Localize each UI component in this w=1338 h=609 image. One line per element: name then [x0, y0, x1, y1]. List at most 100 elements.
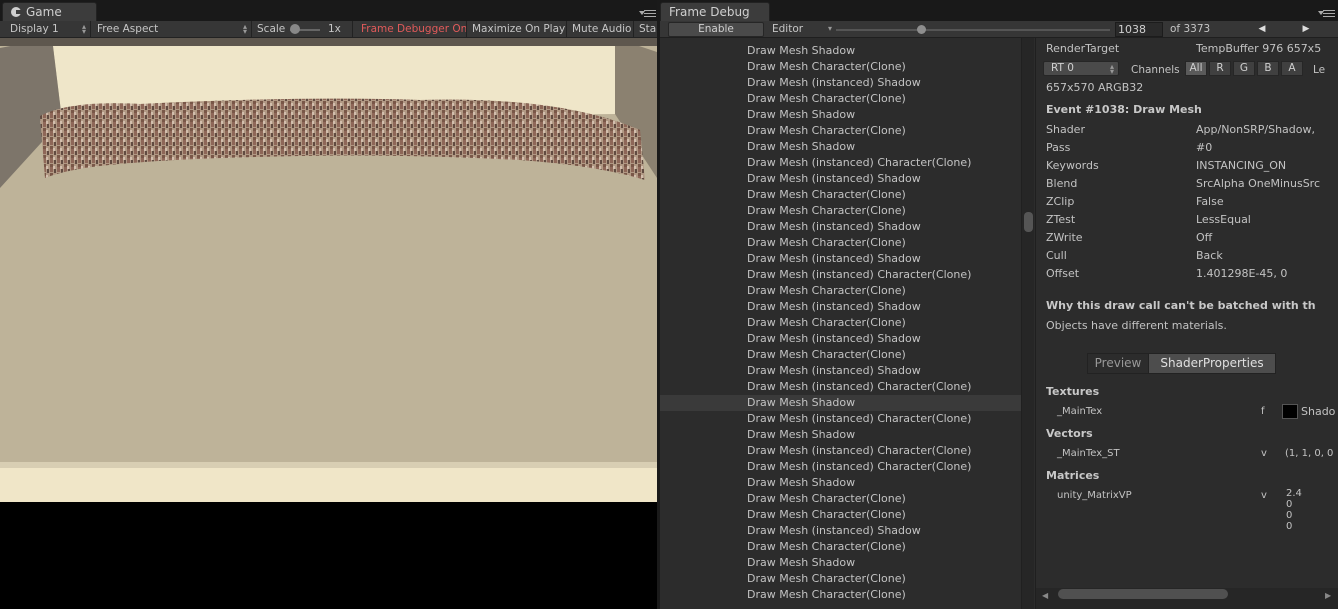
- maximize-on-play-toggle[interactable]: Maximize On Play: [472, 22, 565, 37]
- scale-label: Scale: [257, 23, 286, 35]
- toolbar-divider: [251, 21, 252, 37]
- details-hscroll-thumb[interactable]: [1058, 589, 1228, 599]
- event-row[interactable]: Draw Mesh (instanced) Shadow: [660, 75, 1021, 91]
- toolbar-divider: [566, 21, 567, 37]
- matrix-values: 2.4 0 0 0: [1286, 488, 1302, 532]
- event-row[interactable]: Draw Mesh (instanced) Shadow: [660, 363, 1021, 379]
- dropdown-arrow-icon: ▴ ▾: [1109, 62, 1114, 76]
- mute-audio-toggle[interactable]: Mute Audio: [572, 22, 631, 37]
- event-row[interactable]: Draw Mesh Character(Clone): [660, 571, 1021, 587]
- prop-value: 1.401298E-45, 0: [1196, 267, 1288, 280]
- next-event-button[interactable]: ▶: [1286, 22, 1326, 37]
- texture-name: _MainTex: [1057, 406, 1103, 417]
- scroll-left-icon[interactable]: ◀: [1042, 591, 1048, 600]
- event-row[interactable]: Draw Mesh (instanced) Shadow: [660, 219, 1021, 235]
- prop-value: INSTANCING_ON: [1196, 159, 1287, 172]
- event-row[interactable]: Draw Mesh Character(Clone): [660, 347, 1021, 363]
- event-slider-handle[interactable]: [917, 25, 926, 34]
- event-list-scrollbar[interactable]: [1021, 38, 1034, 609]
- event-row[interactable]: Draw Mesh Shadow: [660, 475, 1021, 491]
- event-row[interactable]: Draw Mesh Shadow: [660, 555, 1021, 571]
- channel-g-toggle[interactable]: G: [1233, 61, 1255, 76]
- event-row[interactable]: Draw Mesh Character(Clone): [660, 539, 1021, 555]
- textures-heading: Textures: [1046, 385, 1100, 398]
- event-row[interactable]: Draw Mesh (instanced) Shadow: [660, 299, 1021, 315]
- event-row[interactable]: Draw Mesh Character(Clone): [660, 507, 1021, 523]
- event-row[interactable]: Draw Mesh (instanced) Shadow: [660, 523, 1021, 539]
- event-row[interactable]: Draw Mesh (instanced) Shadow: [660, 251, 1021, 267]
- event-row[interactable]: Draw Mesh Character(Clone): [660, 59, 1021, 75]
- event-row[interactable]: Draw Mesh (instanced) Character(Clone): [660, 379, 1021, 395]
- event-row[interactable]: Draw Mesh Character(Clone): [660, 187, 1021, 203]
- event-row[interactable]: Draw Mesh Character(Clone): [660, 203, 1021, 219]
- prop-label: Offset: [1046, 267, 1080, 280]
- event-row[interactable]: Draw Mesh (instanced) Character(Clone): [660, 411, 1021, 427]
- event-row[interactable]: Draw Mesh Shadow: [660, 139, 1021, 155]
- texture-thumbnail[interactable]: [1282, 404, 1298, 419]
- prop-value: False: [1196, 195, 1224, 208]
- prev-event-button[interactable]: ◀: [1242, 22, 1282, 37]
- game-menu-icon[interactable]: [639, 10, 656, 18]
- prop-label: Pass: [1046, 141, 1071, 154]
- game-tab[interactable]: Game: [2, 2, 97, 21]
- enable-button[interactable]: Enable: [668, 22, 764, 37]
- target-dropdown[interactable]: Editor ▾: [772, 22, 832, 37]
- scale-value: 1x: [328, 23, 341, 35]
- prop-label: Cull: [1046, 249, 1067, 262]
- current-event-field[interactable]: 1038: [1115, 22, 1163, 37]
- event-row[interactable]: Draw Mesh (instanced) Character(Clone): [660, 443, 1021, 459]
- game-controller-icon: [11, 7, 22, 17]
- event-row[interactable]: Draw Mesh Shadow: [660, 107, 1021, 123]
- vector-value: (1, 1, 0, 0: [1285, 448, 1334, 459]
- scroll-right-icon[interactable]: ▶: [1325, 591, 1331, 600]
- stats-toggle[interactable]: Sta: [639, 22, 656, 37]
- matrix-value: 0: [1286, 510, 1293, 521]
- matrix-name: unity_MatrixVP: [1057, 490, 1132, 501]
- channel-a-toggle[interactable]: A: [1281, 61, 1303, 76]
- channel-all-toggle[interactable]: All: [1185, 61, 1207, 76]
- scale-slider-handle[interactable]: [290, 24, 300, 34]
- event-row[interactable]: Draw Mesh Character(Clone): [660, 491, 1021, 507]
- event-row[interactable]: Draw Mesh (instanced) Character(Clone): [660, 459, 1021, 475]
- frame-debug-tab[interactable]: Frame Debug: [660, 2, 770, 21]
- rt-select-dropdown[interactable]: RT 0 ▴ ▾: [1043, 61, 1119, 76]
- matrix-stage: v: [1261, 490, 1267, 501]
- game-tabbar: Game: [0, 0, 657, 21]
- event-row[interactable]: Draw Mesh Shadow: [660, 427, 1021, 443]
- dropdown-arrow-icon: ▴ ▾: [242, 22, 247, 36]
- display-dropdown[interactable]: Display 1 ▴ ▾: [10, 22, 86, 37]
- event-row[interactable]: Draw Mesh (instanced) Character(Clone): [660, 155, 1021, 171]
- event-row[interactable]: Draw Mesh Character(Clone): [660, 315, 1021, 331]
- vectors-heading: Vectors: [1046, 427, 1093, 440]
- event-row[interactable]: Draw Mesh Character(Clone): [660, 123, 1021, 139]
- event-slider-track[interactable]: [836, 29, 1110, 31]
- event-row[interactable]: Draw Mesh (instanced) Character(Clone): [660, 267, 1021, 283]
- aspect-dropdown[interactable]: Free Aspect ▴ ▾: [97, 22, 247, 37]
- rt-select-label: RT 0: [1051, 62, 1074, 74]
- dropdown-arrow-icon: ▴ ▾: [81, 22, 86, 36]
- target-dropdown-label: Editor: [772, 23, 804, 35]
- channels-label: Channels: [1131, 64, 1180, 76]
- event-row[interactable]: Draw Mesh Shadow: [660, 43, 1021, 59]
- event-row[interactable]: Draw Mesh Character(Clone): [660, 91, 1021, 107]
- event-row[interactable]: Draw Mesh (instanced) Shadow: [660, 171, 1021, 187]
- event-row[interactable]: Draw Mesh Character(Clone): [660, 587, 1021, 603]
- channel-b-toggle[interactable]: B: [1257, 61, 1279, 76]
- game-viewport[interactable]: [0, 38, 657, 502]
- event-row[interactable]: Draw Mesh Character(Clone): [660, 283, 1021, 299]
- scene-render: [0, 38, 657, 502]
- tab-shader-properties[interactable]: ShaderProperties: [1148, 353, 1276, 374]
- toolbar-divider: [466, 21, 467, 37]
- frame-debug-menu-icon[interactable]: [1318, 10, 1335, 18]
- event-row[interactable]: Draw Mesh Shadow: [660, 395, 1021, 411]
- dropdown-arrow-icon: ▾: [827, 24, 832, 33]
- frame-debug-toolbar: Enable Editor ▾ 1038 of 3373 ◀ ▶: [660, 21, 1338, 38]
- event-list-scroll-thumb[interactable]: [1024, 212, 1033, 232]
- game-toolbar: Display 1 ▴ ▾ Free Aspect ▴ ▾ Scale 1x Fra…: [0, 21, 657, 38]
- vector-stage: v: [1261, 448, 1267, 459]
- frame-debugger-toggle[interactable]: Frame Debugger On: [361, 22, 467, 37]
- event-row[interactable]: Draw Mesh (instanced) Shadow: [660, 331, 1021, 347]
- tab-preview[interactable]: Preview: [1087, 353, 1149, 374]
- channel-r-toggle[interactable]: R: [1209, 61, 1231, 76]
- event-row[interactable]: Draw Mesh Character(Clone): [660, 235, 1021, 251]
